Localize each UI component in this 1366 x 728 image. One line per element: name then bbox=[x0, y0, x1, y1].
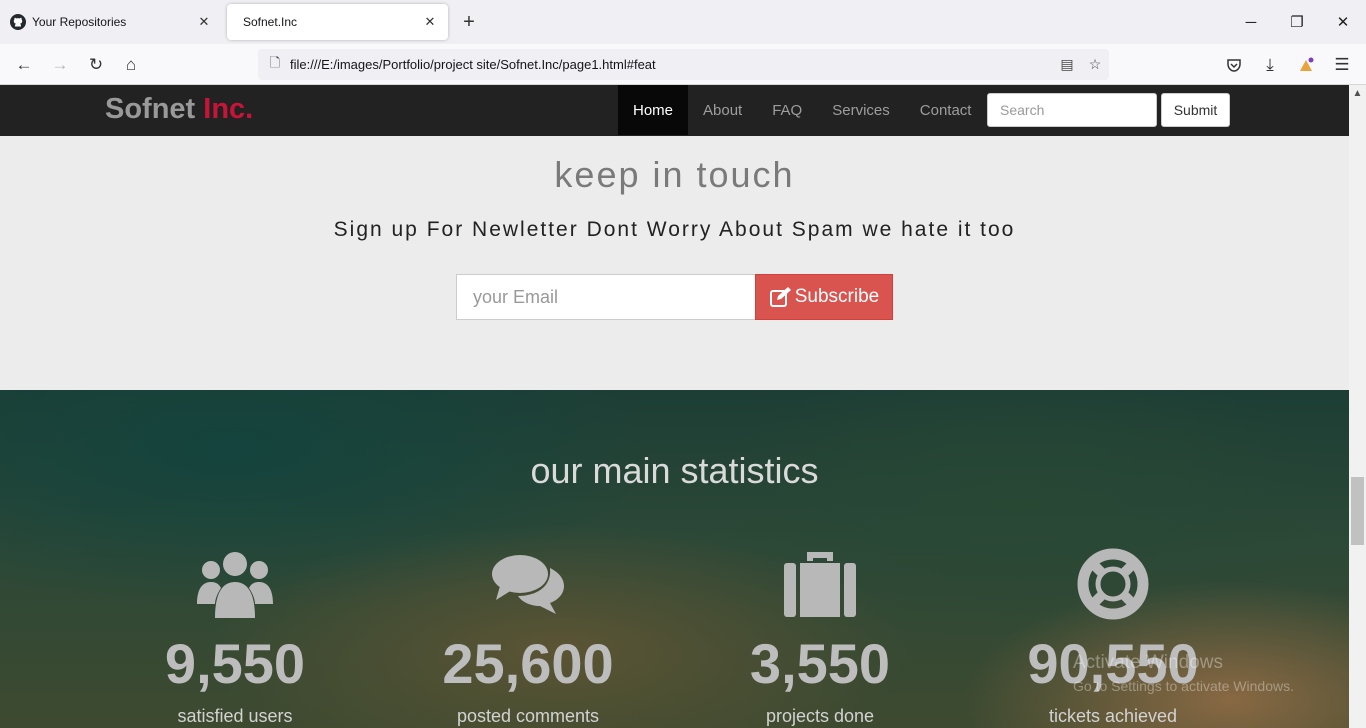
back-icon[interactable]: ← bbox=[10, 51, 38, 79]
close-tab-icon[interactable]: ✕ bbox=[422, 14, 438, 30]
tab-title: Your Repositories bbox=[32, 15, 127, 29]
downloads-icon[interactable]: ⤓ bbox=[1256, 51, 1284, 79]
nav-item-services[interactable]: Services bbox=[817, 85, 905, 135]
brand-accent: Inc. bbox=[203, 93, 254, 125]
reader-view-icon[interactable]: ▤ bbox=[1053, 56, 1081, 73]
stat-label: satisfied users bbox=[177, 706, 293, 726]
new-tab-button[interactable]: + bbox=[456, 10, 482, 34]
subscribe-button[interactable]: Subscribe bbox=[755, 274, 893, 320]
activate-windows-watermark: Activate Windows Go to Settings to activ… bbox=[1073, 652, 1294, 694]
scroll-up-icon[interactable]: ▲ bbox=[1349, 85, 1366, 102]
stat-item: 9,550 satisfied users bbox=[105, 548, 365, 727]
nav-item-home[interactable]: Home bbox=[618, 85, 689, 135]
statistics-title: our main statistics bbox=[530, 450, 819, 491]
comments-icon bbox=[398, 548, 658, 620]
reload-icon[interactable]: ↻ bbox=[82, 51, 110, 79]
bookmark-star-icon[interactable]: ☆ bbox=[1081, 56, 1109, 73]
newsletter-section: keep in touch Sign up For Newletter Dont… bbox=[0, 136, 1349, 390]
site-menu: Home About FAQ Services Contact bbox=[618, 85, 986, 135]
github-icon bbox=[10, 14, 26, 30]
site-navbar: Sofnet Inc. Home About FAQ Services Cont… bbox=[0, 85, 1349, 136]
nav-item-faq[interactable]: FAQ bbox=[757, 85, 817, 135]
nav-item-about[interactable]: About bbox=[688, 85, 757, 135]
extension-icon[interactable] bbox=[1292, 51, 1320, 79]
stat-number: 25,600 bbox=[442, 632, 614, 695]
forward-icon[interactable]: → bbox=[46, 51, 74, 79]
tab-your-repositories[interactable]: Your Repositories ✕ bbox=[0, 4, 222, 40]
menu-icon[interactable]: ☰ bbox=[1328, 51, 1356, 79]
stat-item: 3,550 projects done bbox=[690, 548, 950, 727]
address-bar[interactable]: 🗋 file:///E:/images/Portfolio/project si… bbox=[258, 49, 1109, 80]
browser-toolbar: ← → ↻ ⌂ 🗋 file:///E:/images/Portfolio/pr… bbox=[0, 44, 1366, 85]
stat-label: projects done bbox=[765, 706, 875, 726]
email-input[interactable]: your Email bbox=[456, 274, 756, 320]
watermark-title: Activate Windows bbox=[1073, 652, 1223, 673]
users-icon bbox=[105, 548, 365, 620]
newsletter-title: keep in touch bbox=[554, 154, 795, 195]
scroll-thumb[interactable] bbox=[1351, 477, 1364, 545]
restore-icon[interactable]: ❐ bbox=[1283, 8, 1311, 36]
edit-icon bbox=[769, 287, 791, 307]
close-window-icon[interactable]: ✕ bbox=[1329, 8, 1357, 36]
stat-label: posted comments bbox=[456, 706, 600, 726]
tab-title: Sofnet.Inc bbox=[243, 15, 298, 29]
tab-sofnet-inc[interactable]: Sofnet.Inc ✕ bbox=[227, 4, 448, 40]
page-icon: 🗋 bbox=[269, 54, 281, 70]
stat-item: 90,550 tickets achieved bbox=[983, 548, 1243, 727]
close-tab-icon[interactable]: ✕ bbox=[196, 14, 212, 30]
brand-logo[interactable]: Sofnet Inc. bbox=[105, 93, 253, 126]
subscribe-label: Subscribe bbox=[794, 286, 880, 307]
home-icon[interactable]: ⌂ bbox=[117, 51, 145, 79]
submit-button[interactable]: Submit bbox=[1161, 93, 1230, 127]
search-input[interactable]: Search bbox=[987, 93, 1157, 127]
url-text[interactable]: file:///E:/images/Portfolio/project site… bbox=[290, 57, 1053, 72]
watermark-subtitle: Go to Settings to activate Windows. bbox=[1073, 678, 1294, 694]
nav-item-contact[interactable]: Contact bbox=[905, 85, 987, 135]
brand-main: Sofnet bbox=[105, 93, 196, 125]
briefcase-icon bbox=[690, 548, 950, 620]
browser-tab-strip: Your Repositories ✕ Sofnet.Inc ✕ + ─ ❐ ✕ bbox=[0, 0, 1366, 44]
stat-label: tickets achieved bbox=[1048, 706, 1178, 726]
minimize-icon[interactable]: ─ bbox=[1237, 8, 1265, 36]
newsletter-subtitle: Sign up For Newletter Dont Worry About S… bbox=[333, 218, 1016, 241]
pocket-icon[interactable] bbox=[1220, 51, 1248, 79]
stat-number: 9,550 bbox=[164, 632, 306, 695]
stat-item: 25,600 posted comments bbox=[398, 548, 658, 727]
stat-number: 3,550 bbox=[749, 632, 891, 695]
page-scrollbar[interactable]: ▲ bbox=[1349, 85, 1366, 728]
life-ring-icon bbox=[983, 548, 1243, 620]
